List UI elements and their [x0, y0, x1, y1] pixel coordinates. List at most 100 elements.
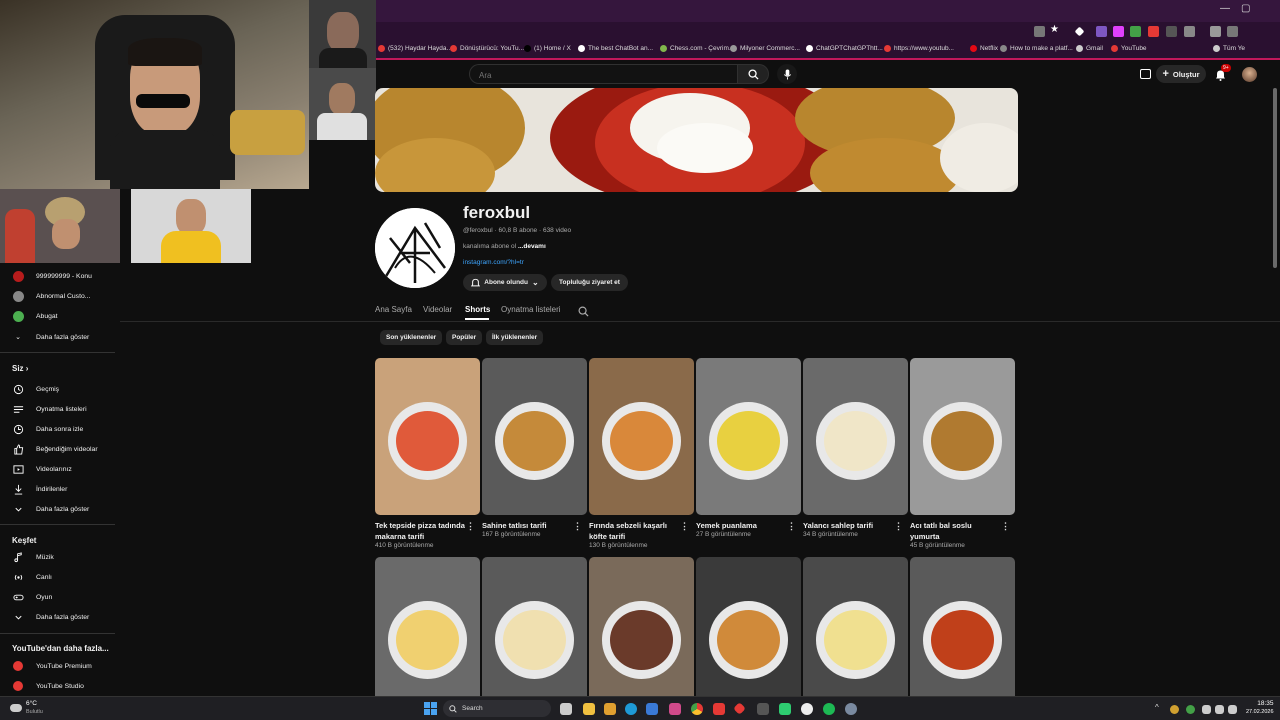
create-button[interactable]: + Oluştur	[1156, 65, 1206, 83]
battery-icon[interactable]	[1228, 705, 1237, 714]
tab-shorts[interactable]: Shorts	[465, 305, 490, 314]
more-vert-icon[interactable]: ⋮	[787, 521, 796, 532]
short-thumbnail[interactable]	[803, 557, 908, 714]
bookmark-item[interactable]: ChatGPTChatGPThtt...	[806, 45, 883, 52]
short-thumbnail[interactable]	[482, 358, 587, 515]
sidebar-item[interactable]: Daha sonra izle	[12, 422, 83, 436]
download-icon[interactable]	[1210, 26, 1221, 37]
short-thumbnail[interactable]	[589, 358, 694, 515]
task-view-icon[interactable]	[560, 703, 572, 715]
cast-icon[interactable]	[1140, 69, 1151, 79]
more-link[interactable]: ...devamı	[518, 243, 546, 250]
tab-oynatma-listeleri[interactable]: Oynatma listeleri	[501, 305, 561, 314]
tray-icon[interactable]	[1170, 705, 1179, 714]
short-title[interactable]: Tek tepside pizza tadında makarna tarifi	[375, 520, 467, 542]
bookmark-item[interactable]: Chess.com - Çevrim...	[660, 45, 734, 52]
short-card[interactable]	[696, 557, 801, 714]
bookmark-item[interactable]: Netflix	[970, 45, 998, 52]
edge-icon[interactable]	[625, 703, 637, 715]
bookmark-item[interactable]: YouTube	[1111, 45, 1147, 52]
channel-description[interactable]: kanalıma abone ol ...devamı	[463, 243, 546, 250]
extension-icon[interactable]	[1096, 26, 1107, 37]
maximize-icon[interactable]: ▢	[1241, 3, 1250, 14]
filter-chip[interactable]: Popüler	[446, 330, 483, 345]
channel-link[interactable]: instagram.com/?hl=tr	[463, 259, 524, 266]
chrome-icon[interactable]	[691, 703, 703, 715]
weather-widget[interactable]: 6°C Bulutlu	[10, 700, 43, 716]
taskbar-search[interactable]: Search	[443, 700, 551, 717]
sidebar-item[interactable]: Beğendiğim videolar	[12, 442, 98, 456]
sidebar-item[interactable]: İndirilenler	[12, 482, 67, 496]
scrollbar[interactable]	[1273, 88, 1277, 268]
short-card[interactable]: Tek tepside pizza tadında makarna tarifi…	[375, 358, 480, 549]
short-card[interactable]: Acı tatlı bal soslu yumurta 45 B görüntül…	[910, 358, 1015, 549]
speaker-icon[interactable]	[1215, 705, 1224, 714]
bookmark-item[interactable]: Dönüştürücü: YouTu...	[450, 45, 524, 52]
spotify-icon[interactable]	[823, 703, 835, 715]
short-thumbnail[interactable]	[589, 557, 694, 714]
visit-community-button[interactable]: Topluluğu ziyaret et	[551, 274, 628, 291]
short-title[interactable]: Yalancı sahlep tarifi	[803, 520, 895, 531]
short-title[interactable]: Sahine tatlısı tarifi	[482, 520, 574, 531]
sidebar-item[interactable]: Geçmiş	[12, 382, 59, 396]
voice-search-button[interactable]	[777, 64, 797, 84]
tray-icon[interactable]	[1186, 705, 1195, 714]
search-box[interactable]	[469, 64, 737, 85]
more-vert-icon[interactable]: ⋮	[894, 521, 903, 532]
short-thumbnail[interactable]	[696, 557, 801, 714]
short-thumbnail[interactable]	[375, 358, 480, 515]
short-title[interactable]: Acı tatlı bal soslu yumurta	[910, 520, 1002, 542]
sidebar-subscription[interactable]: Abugat	[12, 309, 58, 323]
extension-icon[interactable]	[1148, 26, 1159, 37]
bookmark-item[interactable]: (532) Haydar Hayda...	[378, 45, 452, 52]
short-card[interactable]: Yalancı sahlep tarifi 34 B görüntülenme ⋮	[803, 358, 908, 538]
copy-icon[interactable]	[1227, 26, 1238, 37]
section-title-you[interactable]: Siz ›	[12, 364, 28, 373]
short-title[interactable]: Fırında sebzeli kaşarlı köfte tarifi	[589, 520, 681, 542]
short-thumbnail[interactable]	[696, 358, 801, 515]
chevron-up-icon[interactable]: ^	[1155, 703, 1159, 712]
app-icon[interactable]	[669, 703, 681, 715]
app-icon[interactable]	[801, 703, 813, 715]
channel-search-button[interactable]	[578, 304, 589, 322]
short-card[interactable]	[375, 557, 480, 714]
sidebar-item[interactable]: Müzik	[12, 550, 54, 564]
extension-icon[interactable]	[1130, 26, 1141, 37]
short-thumbnail[interactable]	[375, 557, 480, 714]
tab-ana-sayfa[interactable]: Ana Sayfa	[375, 305, 412, 314]
filter-chip[interactable]: Son yüklenenler	[380, 330, 443, 345]
short-card[interactable]	[910, 557, 1015, 714]
app-icon[interactable]	[845, 703, 857, 715]
more-vert-icon[interactable]: ⋮	[1001, 521, 1010, 532]
short-card[interactable]: Fırında sebzeli kaşarlı köfte tarifi 130 …	[589, 358, 694, 549]
sidebar-item[interactable]: Daha fazla göster	[12, 502, 89, 516]
show-more-subscriptions[interactable]: ⌄ Daha fazla göster	[12, 330, 89, 344]
bookmark-item[interactable]: The best ChatBot an...	[578, 45, 653, 52]
short-card[interactable]	[589, 557, 694, 714]
short-thumbnail[interactable]	[803, 358, 908, 515]
sidebar-item[interactable]: Daha fazla göster	[12, 610, 89, 624]
search-input[interactable]	[470, 66, 737, 85]
extension-icon[interactable]	[1166, 26, 1177, 37]
clock[interactable]: 18:35 27.02.2026	[1246, 700, 1274, 716]
store-icon[interactable]	[646, 703, 658, 715]
extension-icon[interactable]	[1074, 26, 1085, 37]
short-card[interactable]	[803, 557, 908, 714]
app-icon[interactable]	[733, 702, 746, 715]
short-title[interactable]: Yemek puanlama	[696, 520, 788, 531]
cast-icon[interactable]	[1034, 26, 1045, 37]
sidebar-subscription[interactable]: Abnormal Custo...	[12, 289, 90, 303]
folder-icon[interactable]	[583, 703, 595, 715]
app-icon[interactable]	[779, 703, 791, 715]
notifications-button[interactable]: 9+	[1215, 64, 1231, 81]
puzzle-icon[interactable]	[1184, 26, 1195, 37]
sidebar-subscription[interactable]: 999999999 - Konu	[12, 269, 92, 283]
search-button[interactable]	[737, 64, 769, 84]
sidebar-item[interactable]: Canlı	[12, 570, 52, 584]
sidebar-item[interactable]: Oyun	[12, 590, 52, 604]
bookmark-item[interactable]: Milyoner Commerc...	[730, 45, 800, 52]
sidebar-item[interactable]: YouTube Premium	[12, 659, 92, 673]
filter-chip[interactable]: İlk yüklenenler	[486, 330, 544, 345]
short-thumbnail[interactable]	[910, 557, 1015, 714]
sidebar-item[interactable]: Videolarınız	[12, 462, 72, 476]
